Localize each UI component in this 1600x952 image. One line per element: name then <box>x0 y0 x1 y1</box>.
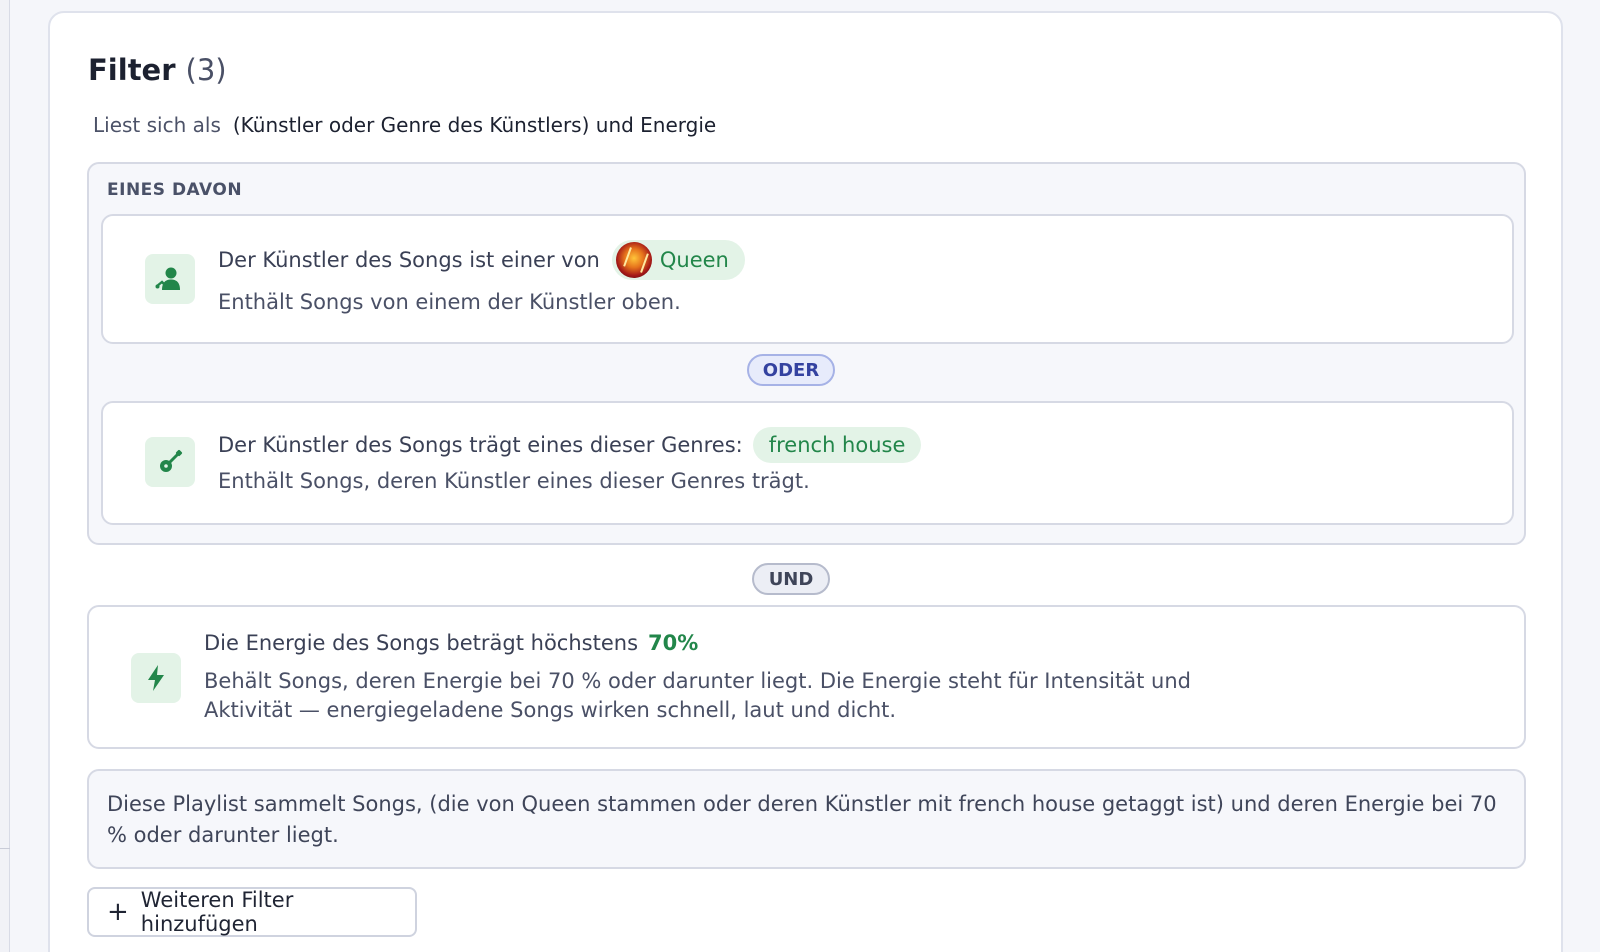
filter-title: Filter <box>88 53 176 87</box>
artist-chip[interactable]: Queen <box>611 240 745 280</box>
playlist-summary: Diese Playlist sammelt Songs, (die von Q… <box>87 769 1526 869</box>
artist-rule-text: Der Künstler des Songs ist einer von Que… <box>218 240 745 280</box>
artist-rule-description: Enthält Songs von einem der Künstler obe… <box>218 290 681 314</box>
energy-rule-card[interactable]: Die Energie des Songs beträgt höchstens … <box>87 605 1526 749</box>
filter-panel: Filter (3) Liest sich als (Künstler oder… <box>48 11 1563 952</box>
artist-rule-card[interactable]: Der Künstler des Songs ist einer von Que… <box>101 214 1514 344</box>
artist-avatar <box>615 242 652 278</box>
add-filter-label: Weiteren Filter hinzufügen <box>140 888 294 936</box>
genre-rule-label: Der Künstler des Songs trägt eines diese… <box>218 433 743 457</box>
plus-icon: + <box>107 897 129 927</box>
artist-rule-label: Der Künstler des Songs ist einer von <box>218 248 600 272</box>
rail-divider <box>0 848 10 849</box>
any-of-group: EINES DAVON Der Künstler des Songs ist e… <box>87 162 1526 545</box>
lightning-icon <box>131 653 181 703</box>
genre-rule-text: Der Künstler des Songs trägt eines diese… <box>218 427 922 463</box>
add-filter-button[interactable]: + Weiteren Filter hinzufügen <box>87 887 417 937</box>
reads-as-line: Liest sich als (Künstler oder Genre des … <box>93 113 716 137</box>
genre-rule-description: Enthält Songs, deren Künstler eines dies… <box>218 469 810 493</box>
or-connector: ODER <box>747 354 835 386</box>
genre-rule-card[interactable]: Der Künstler des Songs trägt eines diese… <box>101 401 1514 525</box>
energy-value[interactable]: 70% <box>648 631 698 655</box>
energy-rule-label: Die Energie des Songs beträgt höchstens <box>204 631 639 655</box>
guitar-icon <box>145 437 195 487</box>
group-label: EINES DAVON <box>107 180 243 200</box>
energy-rule-description: Behält Songs, deren Energie bei 70 % ode… <box>204 669 1191 722</box>
reads-as-expression: (Künstler oder Genre des Künstlers) und … <box>232 113 717 137</box>
artist-icon <box>145 254 195 304</box>
and-connector: UND <box>752 563 830 595</box>
genre-chip[interactable]: french house <box>752 427 922 463</box>
filter-count: (3) <box>185 53 227 87</box>
reads-as-label: Liest sich als <box>93 113 221 137</box>
left-rail <box>0 0 10 952</box>
filter-heading: Filter (3) <box>88 53 227 87</box>
artist-chip-label: Queen <box>659 248 729 272</box>
energy-rule-text: Die Energie des Songs beträgt höchstens … <box>204 631 698 655</box>
